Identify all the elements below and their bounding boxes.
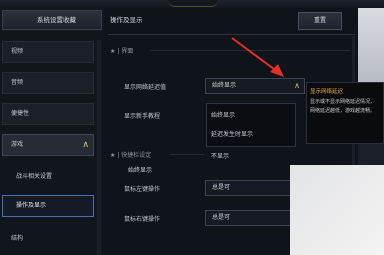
annotation-arrow-icon xyxy=(231,37,284,77)
